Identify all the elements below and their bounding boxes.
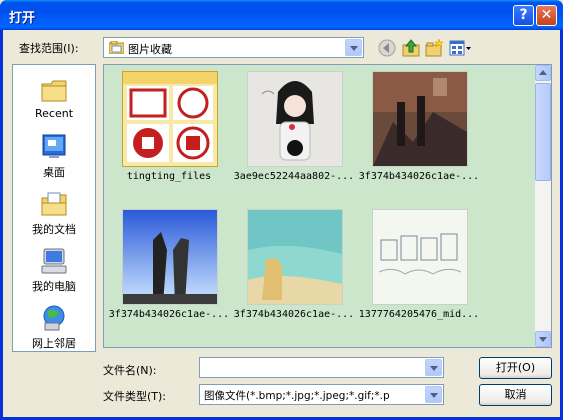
file-name: tingting_files bbox=[126, 171, 212, 182]
file-name-input[interactable] bbox=[199, 357, 444, 378]
shadows-photo-image bbox=[373, 72, 467, 166]
open-button[interactable]: 打开(O) bbox=[479, 357, 552, 379]
place-label: 我的文档 bbox=[32, 223, 76, 236]
two-girls-sky-image bbox=[123, 210, 217, 304]
image-thumbnail bbox=[122, 209, 218, 305]
look-in-value: 图片收藏 bbox=[128, 43, 172, 56]
seal-stamps-image bbox=[123, 72, 217, 162]
chevron-down-icon[interactable] bbox=[345, 39, 362, 56]
my-documents-icon bbox=[41, 192, 67, 216]
file-item[interactable]: 1377764205476_mid... bbox=[354, 203, 479, 333]
back-icon[interactable] bbox=[377, 38, 397, 58]
place-my-computer[interactable]: 我的电脑 bbox=[13, 246, 95, 302]
chevron-down-icon[interactable] bbox=[425, 386, 442, 403]
place-network[interactable]: 网上邻居 bbox=[13, 303, 95, 359]
file-type-dropdown[interactable]: 图像文件(*.bmp;*.jpg;*.jpeg;*.gif;*.p bbox=[199, 384, 444, 405]
file-item[interactable]: 3f374b434026c1ae-... bbox=[104, 203, 229, 333]
file-name: 3f374b434026c1ae-... bbox=[108, 309, 230, 320]
image-thumbnail bbox=[247, 71, 343, 167]
vertical-scrollbar[interactable] bbox=[535, 65, 551, 347]
place-label: 我的电脑 bbox=[32, 280, 76, 293]
image-thumbnail bbox=[372, 209, 468, 305]
file-name: 3f374b434026c1ae-... bbox=[233, 309, 355, 320]
file-name: 1377764205476_mid... bbox=[358, 309, 480, 320]
file-item[interactable]: tingting_files bbox=[104, 65, 224, 195]
place-label: 桌面 bbox=[43, 166, 65, 179]
look-in-dropdown[interactable]: 图片收藏 bbox=[103, 37, 364, 58]
up-folder-icon[interactable] bbox=[401, 38, 421, 58]
file-name: 3ae9ec52244aa802-... bbox=[233, 171, 355, 182]
new-folder-icon[interactable] bbox=[424, 38, 444, 58]
cancel-button[interactable]: 取消 bbox=[479, 384, 552, 406]
title-bar[interactable]: 打开 ? ✕ bbox=[0, 0, 563, 30]
file-item[interactable]: 3ae9ec52244aa802-... bbox=[229, 65, 354, 195]
file-name: 3f374b434026c1ae-... bbox=[358, 171, 480, 182]
look-in-label: 查找范围(I): bbox=[19, 42, 79, 55]
file-type-value: 图像文件(*.bmp;*.jpg;*.jpeg;*.gif;*.p bbox=[204, 390, 390, 402]
folder-icon bbox=[109, 41, 124, 54]
file-type-label: 文件类型(T): bbox=[103, 390, 167, 403]
desktop-icon bbox=[42, 134, 66, 158]
place-my-documents[interactable]: 我的文档 bbox=[13, 189, 95, 245]
place-recent[interactable]: Recent bbox=[13, 75, 95, 131]
place-label: Recent bbox=[34, 107, 74, 120]
image-thumbnail bbox=[372, 71, 468, 167]
file-name-label: 文件名(N): bbox=[103, 364, 157, 377]
place-label: 网上邻居 bbox=[32, 337, 76, 350]
anime-girl-image bbox=[248, 72, 342, 166]
place-desktop[interactable]: 桌面 bbox=[13, 132, 95, 188]
views-menu-icon[interactable] bbox=[448, 38, 472, 58]
file-list[interactable]: tingting_files 3ae9ec52244aa802-... 3f37… bbox=[103, 64, 552, 348]
my-computer-icon bbox=[41, 248, 67, 274]
help-button[interactable]: ? bbox=[513, 5, 534, 26]
file-item[interactable]: 3f374b434026c1ae-... bbox=[354, 65, 479, 195]
folder-thumbnail bbox=[122, 71, 218, 167]
file-item[interactable]: 3f374b434026c1ae-... bbox=[229, 203, 354, 333]
scroll-thumb[interactable] bbox=[535, 83, 551, 181]
network-icon bbox=[43, 305, 65, 331]
image-thumbnail bbox=[247, 209, 343, 305]
beach-girl-image bbox=[248, 210, 342, 304]
window-title: 打开 bbox=[9, 11, 36, 26]
chevron-down-icon[interactable] bbox=[425, 359, 442, 376]
places-bar: Recent 桌面 我的文档 我的电脑 网上邻居 bbox=[12, 64, 96, 352]
recent-folder-icon bbox=[41, 80, 67, 102]
scroll-up-button[interactable] bbox=[535, 65, 551, 81]
scroll-down-button[interactable] bbox=[535, 331, 551, 347]
close-button[interactable]: ✕ bbox=[536, 5, 557, 26]
sketch-figures-image bbox=[373, 210, 467, 304]
